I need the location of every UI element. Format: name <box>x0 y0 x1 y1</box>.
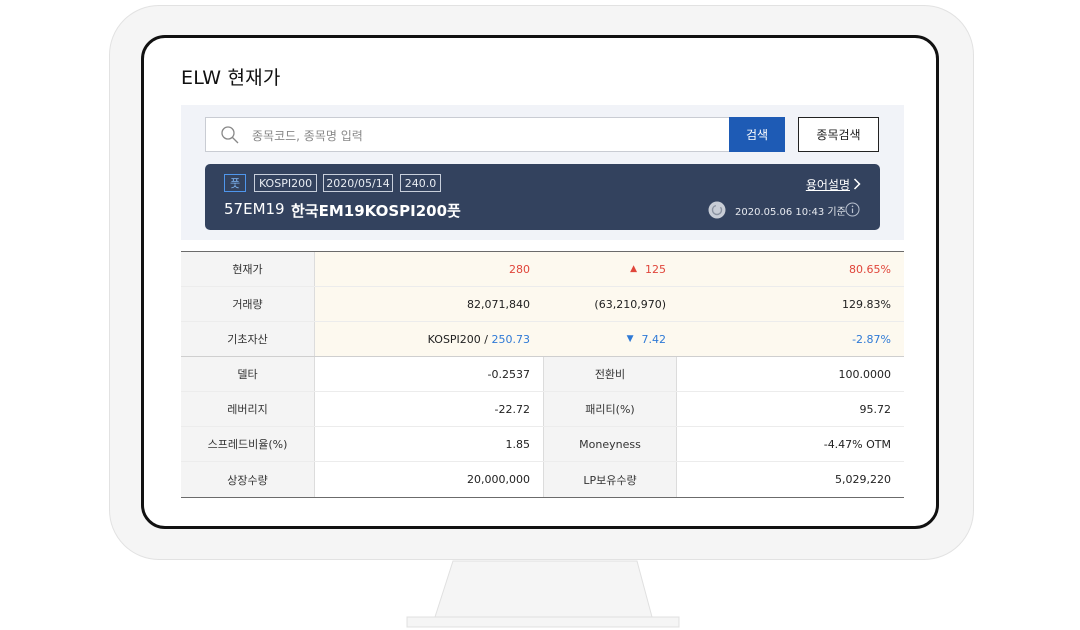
underlying-change-value: 7.42 <box>641 332 667 346</box>
conversion-value: 100.0000 <box>838 367 892 381</box>
quote-table: 현재가 280 ▲ 125 80.65% 거래량 82,071,840 (63,… <box>181 251 904 498</box>
stock-name: 한국EM19KOSPI200풋 <box>291 202 461 220</box>
price-label: 현재가 <box>181 252 315 286</box>
table-row: 거래량 82,071,840 (63,210,970) 129.83% <box>181 287 904 322</box>
leverage-label: 레버리지 <box>181 392 315 426</box>
stock-search-button[interactable]: 종목검색 <box>798 117 879 152</box>
search-icon <box>221 126 239 144</box>
delta-label: 델타 <box>181 357 315 391</box>
volume-change: (63,210,970) <box>543 287 679 321</box>
search-button[interactable]: 검색 <box>729 117 785 152</box>
put-tag: 풋 <box>224 174 246 192</box>
chevron-right-icon <box>853 178 861 190</box>
price-change-value: 125 <box>645 262 666 276</box>
triangle-up-icon: ▲ <box>630 264 637 274</box>
parity-label: 패리티(%) <box>543 392 677 426</box>
volume-pct: 129.83% <box>679 287 904 321</box>
search-input[interactable] <box>250 118 714 153</box>
listed-value: 20,000,000 <box>467 473 530 486</box>
glossary-link[interactable]: 용어설명 <box>806 176 850 193</box>
underlying-label: 기초자산 <box>181 322 315 356</box>
page-title: ELW 현재가 <box>181 67 281 89</box>
table-row: 델타 -0.2537 전환비 100.0000 <box>181 357 904 392</box>
moneyness-label: Moneyness <box>543 427 677 461</box>
info-icon[interactable] <box>845 202 860 217</box>
underlying-change-pct: -2.87% <box>679 322 904 356</box>
conversion-label: 전환비 <box>543 357 677 391</box>
volume-label: 거래량 <box>181 287 315 321</box>
stock-info-card: 풋 KOSPI200 2020/05/14 240.0 57EM19 한국EM1… <box>205 164 880 230</box>
listed-label: 상장수량 <box>181 462 315 497</box>
triangle-down-icon: ▼ <box>626 334 634 344</box>
delta-value: -0.2537 <box>487 367 530 381</box>
table-row: 기초자산 KOSPI200 / 250.73 ▼ 7.42 -2.87% <box>181 322 904 357</box>
leverage-value: -22.72 <box>494 402 530 416</box>
maturity-tag: 2020/05/14 <box>323 174 393 192</box>
lp-holding-value: 5,029,220 <box>835 473 891 486</box>
table-row: 레버리지 -22.72 패리티(%) 95.72 <box>181 392 904 427</box>
stock-code: 57EM19 <box>224 200 285 218</box>
price-change: ▲ 125 <box>543 252 679 286</box>
strike-tag: 240.0 <box>400 174 441 192</box>
price-change-pct: 80.65% <box>679 252 904 286</box>
timestamp: 2020.05.06 10:43 기준 <box>735 207 846 218</box>
underlying-value: KOSPI200 / 250.73 <box>315 322 543 356</box>
search-box[interactable] <box>205 117 729 153</box>
moneyness-value: -4.47% OTM <box>823 437 891 451</box>
table-row: 상장수량 20,000,000 LP보유수량 5,029,220 <box>181 462 904 497</box>
underlying-tag: KOSPI200 <box>254 174 317 192</box>
refresh-icon[interactable] <box>708 201 726 219</box>
spread-label: 스프레드비율(%) <box>181 427 315 461</box>
table-row: 현재가 280 ▲ 125 80.65% <box>181 252 904 287</box>
volume-value: 82,071,840 <box>315 287 543 321</box>
current-price: 280 <box>315 252 543 286</box>
table-row: 스프레드비율(%) 1.85 Moneyness -4.47% OTM <box>181 427 904 462</box>
underlying-name: KOSPI200 / <box>427 332 492 346</box>
spread-value: 1.85 <box>505 437 531 451</box>
underlying-price: 250.73 <box>491 332 531 346</box>
parity-value: 95.72 <box>859 402 892 416</box>
underlying-change: ▼ 7.42 <box>543 322 679 356</box>
lp-holding-label: LP보유수량 <box>543 462 677 497</box>
